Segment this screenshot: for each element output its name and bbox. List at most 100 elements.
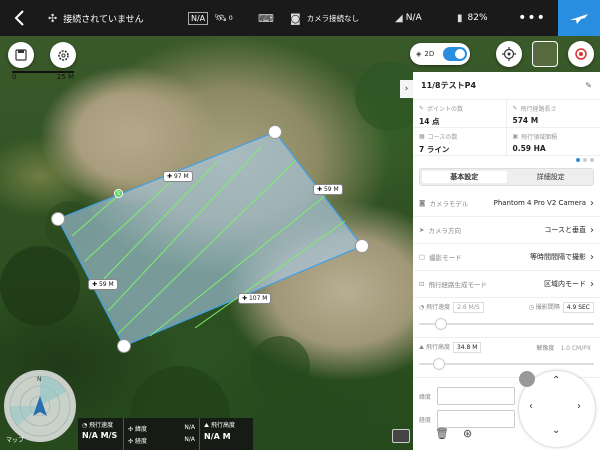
stat-label: ポイントの数 bbox=[427, 106, 464, 113]
longitude-input[interactable] bbox=[437, 410, 516, 428]
stat-label: 飛行経路長さ bbox=[520, 106, 557, 113]
speed-label: 飛行速度 bbox=[426, 304, 451, 311]
longitude-icon: ✣ bbox=[128, 437, 134, 445]
vertex-handle-bottom[interactable] bbox=[117, 339, 131, 353]
setting-label: カメラモデル bbox=[429, 200, 469, 208]
camera-direction-row[interactable]: ➤ カメラ方向 コースと垂直 › bbox=[413, 217, 600, 244]
arrow-right-icon[interactable]: › bbox=[577, 401, 581, 412]
layers-icon: ◈ bbox=[416, 50, 422, 58]
altitude-value: 34.8 M bbox=[452, 342, 482, 353]
toggle-switch[interactable] bbox=[443, 47, 467, 61]
camera-icon: ◙ bbox=[419, 199, 426, 207]
stat-course-count: ▦ コースの数 7 ライン bbox=[413, 128, 507, 156]
satellite-icon: 🛰 bbox=[214, 12, 227, 24]
longitude-label: 経度 bbox=[419, 416, 432, 424]
telemetry-altitude: ⛰ 飛行高度 N/A M bbox=[200, 418, 253, 450]
trash-icon[interactable]: 🗑 bbox=[435, 427, 449, 440]
latitude-input[interactable] bbox=[437, 387, 516, 405]
back-button[interactable] bbox=[0, 0, 38, 36]
tab-basic-settings[interactable]: 基本設定 bbox=[422, 171, 507, 183]
stat-area: ▣ 飛行領域面積 0.59 HA bbox=[506, 128, 600, 156]
edge-length-tag: ✚ 107 M bbox=[238, 293, 272, 304]
setting-label: 飛行経路生成モード bbox=[428, 281, 487, 289]
gear-icon bbox=[57, 49, 69, 61]
chevron-right-icon: › bbox=[404, 84, 409, 94]
capture-mode-row[interactable]: ▢ 撮影モード 等時間間隔で撮影 › bbox=[413, 244, 600, 271]
vertex-handle-left[interactable] bbox=[51, 212, 65, 226]
camera-preview-button[interactable] bbox=[392, 429, 410, 443]
altitude-icon: ⛰ bbox=[419, 344, 425, 351]
altitude-slider[interactable] bbox=[419, 358, 594, 370]
scale-start-label: 0 bbox=[12, 73, 17, 81]
telemetry-value: N/A M bbox=[204, 432, 231, 441]
camera-icon: ◙ bbox=[290, 11, 301, 25]
drone-icon: ✣ bbox=[48, 11, 58, 25]
takeoff-button[interactable] bbox=[558, 0, 600, 36]
mission-stats: ✎ ポイントの数 14 点 ✎ 飛行経路長さ 574 M ▦ コースの数 7 ライン … bbox=[413, 100, 600, 156]
setting-label: 撮影モード bbox=[429, 254, 462, 262]
mission-header: 11/8テストP4 ✎ bbox=[413, 72, 600, 100]
mission-area-polygon[interactable] bbox=[57, 131, 363, 347]
dpad-center-button[interactable] bbox=[519, 371, 535, 387]
stat-value: 7 ライン bbox=[419, 145, 450, 154]
camera-model-row[interactable]: ◙ カメラモデル Phantom 4 Pro V2 Camera › bbox=[413, 190, 600, 217]
crosshair-icon bbox=[502, 47, 516, 61]
speed-slider-knob[interactable] bbox=[435, 318, 447, 330]
panel-collapse-button[interactable]: › bbox=[400, 80, 413, 98]
arrow-down-icon[interactable]: ⌄ bbox=[552, 425, 560, 436]
vertex-handle-right[interactable] bbox=[355, 239, 369, 253]
locate-button[interactable] bbox=[496, 41, 522, 67]
tab-advanced-settings[interactable]: 詳細設定 bbox=[509, 169, 594, 185]
record-button[interactable] bbox=[568, 41, 594, 67]
page-indicator bbox=[413, 156, 600, 164]
edit-pencil-icon[interactable]: ✎ bbox=[585, 81, 592, 90]
pencil-icon: ✎ bbox=[419, 105, 425, 112]
resolution-value: 1.0 CM/PX bbox=[560, 344, 591, 352]
altitude-icon: ⛰ bbox=[204, 422, 210, 429]
stat-label: 飛行領域面積 bbox=[521, 134, 558, 141]
vertex-handle-top[interactable] bbox=[268, 125, 282, 139]
edge-length-value: 97 M bbox=[173, 173, 189, 180]
resolution-label: 解像度 bbox=[536, 344, 555, 352]
settings-button[interactable] bbox=[50, 42, 76, 68]
path-mode-row[interactable]: ⊡ 飛行経路生成モード 区域内モード › bbox=[413, 271, 600, 298]
compass-radar: N bbox=[4, 370, 76, 442]
stat-label: コースの数 bbox=[427, 134, 458, 141]
latitude-icon: ✣ bbox=[128, 425, 134, 433]
top-status-bar: ✣ 接続されていません N/A 🛰 0 ⌨ ◙ カメラ接続なし ◢ N/A ▮ … bbox=[0, 0, 600, 36]
direction-pad: ⌃ ⌄ ‹ › bbox=[519, 371, 595, 447]
start-point-marker: S bbox=[114, 189, 123, 198]
altitude-slider-knob[interactable] bbox=[433, 358, 445, 370]
telemetry-label: 飛行高度 bbox=[210, 422, 235, 429]
speed-slider[interactable] bbox=[419, 318, 594, 330]
chevron-right-icon: › bbox=[590, 224, 594, 236]
connection-status: ✣ 接続されていません bbox=[38, 0, 188, 36]
interval-value: 4.9 SEC bbox=[562, 302, 594, 313]
svg-text:N: N bbox=[37, 376, 42, 383]
telemetry-label: 飛行速度 bbox=[89, 422, 114, 429]
edge-length-tag: ✚ 59 M bbox=[88, 279, 118, 290]
radar-graphic: N bbox=[9, 375, 71, 437]
connection-status-text: 接続されていません bbox=[63, 14, 144, 25]
stat-value: 574 M bbox=[512, 116, 539, 125]
setting-value: 区域内モード bbox=[544, 280, 586, 288]
navigation-arrow-icon: ➤ bbox=[419, 226, 425, 234]
waypoint-pin-icon[interactable]: ⊛ bbox=[463, 427, 472, 440]
save-button[interactable] bbox=[8, 42, 34, 68]
edge-length-value: 107 M bbox=[248, 295, 268, 302]
more-menu-button[interactable]: ••• bbox=[514, 0, 550, 36]
toggle-label: 2D bbox=[424, 50, 435, 58]
area-icon: ▣ bbox=[512, 133, 519, 140]
speed-icon: ◔ bbox=[419, 304, 425, 311]
2d-3d-toggle[interactable]: ◈ 2D bbox=[410, 43, 470, 65]
arrow-left-icon[interactable]: ‹ bbox=[529, 401, 533, 412]
satellite-count: 0 bbox=[228, 14, 233, 22]
stat-value: 0.59 HA bbox=[512, 144, 546, 153]
battery-level: 82% bbox=[467, 13, 488, 23]
map-type-button[interactable] bbox=[532, 41, 558, 67]
target-icon bbox=[575, 48, 587, 60]
arrow-up-icon[interactable]: ⌃ bbox=[552, 375, 560, 386]
settings-tabs: 基本設定 詳細設定 bbox=[419, 168, 594, 186]
telemetry-value: N/A bbox=[184, 435, 195, 443]
signal-icon: ◢ bbox=[395, 12, 403, 24]
